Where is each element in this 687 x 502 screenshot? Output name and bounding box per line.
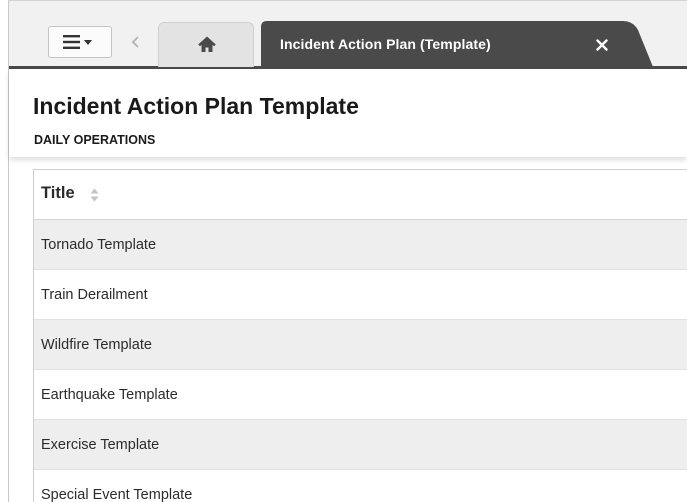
tab-home[interactable] [158, 22, 254, 67]
sort-icon[interactable] [90, 188, 99, 202]
active-tab-label: Incident Action Plan (Template) [280, 36, 491, 52]
row-title: Wildfire Template [41, 337, 152, 353]
home-icon [198, 36, 216, 52]
row-title: Special Event Template [41, 487, 193, 502]
templates-table: Title Tornado Template Train Derailment … [33, 169, 687, 502]
table-row[interactable]: Special Event Template [34, 470, 687, 502]
menu-dropdown-button[interactable] [48, 26, 112, 58]
row-title: Tornado Template [41, 237, 157, 253]
back-chevron-icon[interactable] [128, 33, 144, 51]
caret-down-icon [84, 40, 92, 45]
row-title: Earthquake Template [41, 387, 178, 403]
table-header: Title [34, 170, 687, 220]
table-row[interactable]: Tornado Template [34, 220, 687, 270]
page-title: Incident Action Plan Template [33, 93, 359, 119]
table-row[interactable]: Earthquake Template [34, 370, 687, 420]
row-title: Exercise Template [41, 437, 160, 453]
table-row[interactable]: Wildfire Template [34, 320, 687, 370]
close-icon[interactable] [596, 39, 608, 51]
table-row[interactable]: Exercise Template [34, 420, 687, 470]
column-header-title[interactable]: Title [41, 184, 75, 203]
page-subtitle: DAILY OPERATIONS [34, 133, 156, 147]
row-title: Train Derailment [41, 287, 148, 303]
hamburger-menu-icon [63, 35, 92, 49]
page-header: Incident Action Plan Template DAILY OPER… [9, 69, 687, 157]
table-row[interactable]: Train Derailment [34, 270, 687, 320]
